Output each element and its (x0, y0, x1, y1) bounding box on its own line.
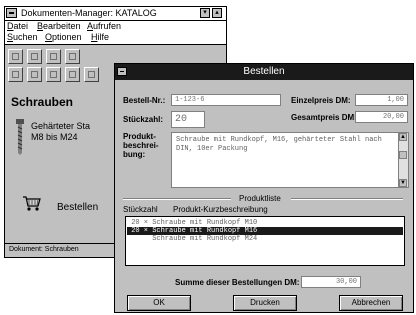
gesamtpreis-label: Gesamtpreis DM: (291, 113, 357, 122)
print-button[interactable]: Drucken (233, 295, 297, 311)
menu-bar: Datei Bearbeiten Aufrufen Suchen Optione… (5, 21, 226, 44)
cancel-button[interactable]: Abbrechen (339, 295, 403, 311)
menu-datei[interactable]: Datei (7, 21, 28, 31)
menu-bearbeiten[interactable]: Bearbeiten (37, 21, 81, 31)
help-icon[interactable] (65, 49, 80, 64)
stueckzahl-field[interactable]: 20 (171, 111, 205, 128)
beschreibung-label-line3: bung: (123, 150, 146, 159)
dialog-title: Bestellen (243, 66, 285, 77)
menu-aufrufen[interactable]: Aufrufen (87, 21, 121, 31)
beschreibung-label: Produkt- beschrei- bung: (123, 132, 159, 159)
status-text: Dokument: Schrauben (9, 246, 79, 253)
product-description-line1: Gehärteter Sta (31, 121, 91, 131)
system-menu-icon[interactable] (6, 8, 17, 18)
list-item[interactable]: Schraube mit Rundkopf M24 (127, 235, 403, 243)
menu-hilfe[interactable]: Hilfe (91, 32, 109, 42)
beschreibung-label-line1: Produkt- (123, 132, 156, 141)
previous-page-icon[interactable] (27, 67, 42, 82)
catalog-titlebar: Dokumenten-Manager: KATALOG ▾ ▴ (5, 7, 226, 21)
einzelpreis-label: Einzelpreis DM: (291, 96, 351, 105)
menu-optionen[interactable]: Optionen (45, 32, 82, 42)
ok-button[interactable]: OK (127, 295, 191, 311)
produktliste-title: Produktliste (239, 194, 281, 203)
stueckzahl-label: Stückzahl: (123, 115, 164, 124)
beschreibung-label-line2: beschrei- (123, 141, 159, 150)
product-description-line2: M8 bis M24 (31, 132, 78, 142)
column-header-desc: Produkt-Kurzbeschreibung (173, 205, 268, 214)
order-link[interactable]: Bestellen (57, 202, 98, 213)
scroll-up-icon[interactable]: ▲ (399, 133, 407, 141)
einzelpreis-field[interactable]: 1,00 (355, 94, 408, 106)
description-textarea[interactable]: Schraube mit Rundkopf, M16, gehärteter S… (171, 132, 409, 188)
minimize-button[interactable]: ▾ (200, 8, 210, 18)
order-dialog: Bestellen Bestell-Nr.: 1-123-6 Stückzahl… (114, 63, 414, 313)
print-icon[interactable] (84, 67, 99, 82)
divider-left (123, 198, 231, 200)
description-scrollbar[interactable]: ▲ ▼ (398, 133, 408, 187)
shopping-cart-icon[interactable] (23, 195, 41, 211)
screw-icon (16, 119, 24, 155)
last-page-icon[interactable] (65, 67, 80, 82)
scroll-thumb[interactable] (399, 151, 407, 159)
product-listbox[interactable]: 20 × Schraube mit Rundkopf M10 20 × Schr… (125, 216, 405, 266)
product-heading: Schrauben (11, 95, 74, 109)
bestell-nr-label: Bestell-Nr.: (123, 96, 166, 105)
description-text: Schraube mit Rundkopf, M16, gehärteter S… (176, 136, 382, 153)
new-document-icon[interactable] (46, 49, 61, 64)
copy-document-icon[interactable] (27, 49, 42, 64)
bestell-nr-field[interactable]: 1-123-6 (171, 94, 281, 106)
open-document-icon[interactable] (8, 49, 23, 64)
summe-label: Summe dieser Bestellungen DM: (175, 278, 300, 287)
list-item-selected[interactable]: 20 × Schraube mit Rundkopf M16 (127, 227, 403, 235)
divider-right (291, 198, 403, 200)
next-page-icon[interactable] (46, 67, 61, 82)
menu-suchen[interactable]: Suchen (7, 32, 38, 42)
catalog-window-title: Dokumenten-Manager: KATALOG (21, 8, 157, 18)
gesamtpreis-field[interactable]: 20,00 (355, 111, 408, 123)
scroll-down-icon[interactable]: ▼ (399, 179, 407, 187)
product-description: Gehärteter Sta M8 bis M24 (31, 121, 90, 143)
list-item[interactable]: 20 × Schraube mit Rundkopf M10 (127, 219, 403, 227)
maximize-button[interactable]: ▴ (212, 8, 222, 18)
dialog-titlebar: Bestellen (115, 64, 413, 80)
first-page-icon[interactable] (8, 67, 23, 82)
column-header-qty: Stückzahl (123, 205, 158, 214)
summe-field[interactable]: 30,00 (301, 276, 361, 288)
